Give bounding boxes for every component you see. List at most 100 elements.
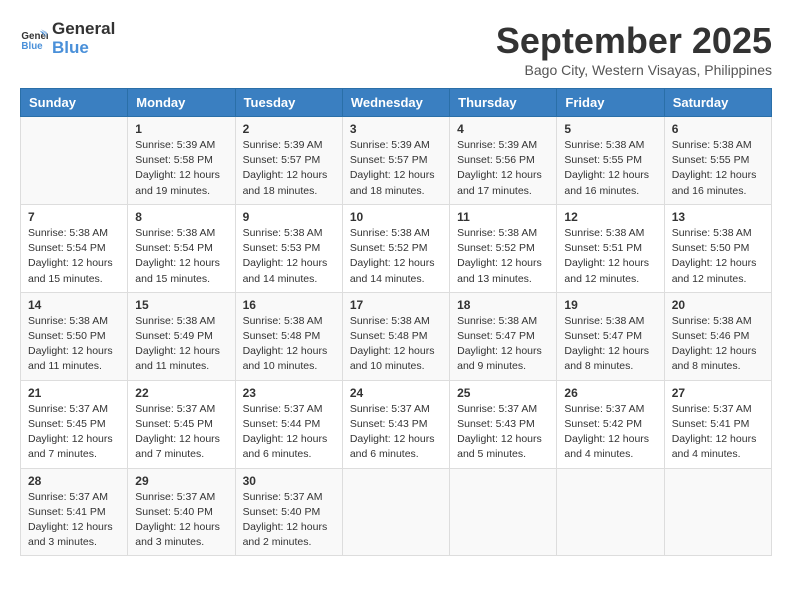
- calendar-cell: 1 Sunrise: 5:39 AM Sunset: 5:58 PM Daylig…: [128, 117, 235, 205]
- day-info: Sunrise: 5:38 AM Sunset: 5:48 PM Dayligh…: [243, 314, 335, 375]
- day-number: 28: [28, 474, 120, 488]
- calendar-cell: 29 Sunrise: 5:37 AM Sunset: 5:40 PM Dayli…: [128, 468, 235, 556]
- day-info: Sunrise: 5:38 AM Sunset: 5:53 PM Dayligh…: [243, 226, 335, 287]
- calendar-cell: 14Sunrise: 5:38 AM Sunset: 5:50 PM Dayli…: [21, 292, 128, 380]
- day-info: Sunrise: 5:37 AM Sunset: 5:43 PM Dayligh…: [457, 402, 549, 463]
- calendar-week-1: 1 Sunrise: 5:39 AM Sunset: 5:58 PM Daylig…: [21, 117, 772, 205]
- day-number: 13: [672, 210, 764, 224]
- day-number: 19: [564, 298, 656, 312]
- day-info: Sunrise: 5:37 AM Sunset: 5:40 PM Dayligh…: [243, 490, 335, 551]
- day-info: Sunrise: 5:38 AM Sunset: 5:54 PM Dayligh…: [135, 226, 227, 287]
- calendar-cell: 12 Sunrise: 5:38 AM Sunset: 5:51 PM Dayli…: [557, 204, 664, 292]
- day-info: Sunrise: 5:39 AM Sunset: 5:56 PM Dayligh…: [457, 138, 549, 199]
- day-info: Sunrise: 5:38 AM Sunset: 5:51 PM Dayligh…: [564, 226, 656, 287]
- day-info: Sunrise: 5:38 AM Sunset: 5:50 PM Dayligh…: [672, 226, 764, 287]
- day-info: Sunrise: 5:37 AM Sunset: 5:45 PM Dayligh…: [135, 402, 227, 463]
- calendar-body: 1 Sunrise: 5:39 AM Sunset: 5:58 PM Daylig…: [21, 117, 772, 556]
- calendar-cell: [342, 468, 449, 556]
- calendar-cell: 6Sunrise: 5:38 AM Sunset: 5:55 PM Daylig…: [664, 117, 771, 205]
- day-number: 12: [564, 210, 656, 224]
- calendar-header-sunday: Sunday: [21, 89, 128, 117]
- calendar-cell: 16Sunrise: 5:38 AM Sunset: 5:48 PM Dayli…: [235, 292, 342, 380]
- day-info: Sunrise: 5:38 AM Sunset: 5:52 PM Dayligh…: [350, 226, 442, 287]
- day-number: 4: [457, 122, 549, 136]
- day-number: 17: [350, 298, 442, 312]
- calendar-header-row: SundayMondayTuesdayWednesdayThursdayFrid…: [21, 89, 772, 117]
- calendar-header-thursday: Thursday: [450, 89, 557, 117]
- calendar-cell: 3 Sunrise: 5:39 AM Sunset: 5:57 PM Daylig…: [342, 117, 449, 205]
- day-number: 20: [672, 298, 764, 312]
- day-number: 26: [564, 386, 656, 400]
- calendar-cell: 25 Sunrise: 5:37 AM Sunset: 5:43 PM Dayli…: [450, 380, 557, 468]
- day-info: Sunrise: 5:38 AM Sunset: 5:46 PM Dayligh…: [672, 314, 764, 375]
- day-number: 15: [135, 298, 227, 312]
- calendar-header-monday: Monday: [128, 89, 235, 117]
- day-number: 25: [457, 386, 549, 400]
- calendar-cell: [21, 117, 128, 205]
- calendar-cell: 10 Sunrise: 5:38 AM Sunset: 5:52 PM Dayli…: [342, 204, 449, 292]
- day-number: 30: [243, 474, 335, 488]
- calendar-cell: 17 Sunrise: 5:38 AM Sunset: 5:48 PM Dayli…: [342, 292, 449, 380]
- day-number: 21: [28, 386, 120, 400]
- calendar-cell: 20 Sunrise: 5:38 AM Sunset: 5:46 PM Dayli…: [664, 292, 771, 380]
- logo: General Blue General Blue: [20, 20, 115, 57]
- day-info: Sunrise: 5:39 AM Sunset: 5:57 PM Dayligh…: [243, 138, 335, 199]
- calendar-cell: 15 Sunrise: 5:38 AM Sunset: 5:49 PM Dayli…: [128, 292, 235, 380]
- day-info: Sunrise: 5:38 AM Sunset: 5:52 PM Dayligh…: [457, 226, 549, 287]
- calendar-cell: 27Sunrise: 5:37 AM Sunset: 5:41 PM Dayli…: [664, 380, 771, 468]
- calendar-header-tuesday: Tuesday: [235, 89, 342, 117]
- day-number: 1: [135, 122, 227, 136]
- calendar-week-2: 7 Sunrise: 5:38 AM Sunset: 5:54 PM Daylig…: [21, 204, 772, 292]
- calendar-cell: 23 Sunrise: 5:37 AM Sunset: 5:44 PM Dayli…: [235, 380, 342, 468]
- calendar-cell: 4 Sunrise: 5:39 AM Sunset: 5:56 PM Daylig…: [450, 117, 557, 205]
- day-number: 23: [243, 386, 335, 400]
- day-info: Sunrise: 5:38 AM Sunset: 5:47 PM Dayligh…: [564, 314, 656, 375]
- day-number: 29: [135, 474, 227, 488]
- calendar-cell: 26 Sunrise: 5:37 AM Sunset: 5:42 PM Dayli…: [557, 380, 664, 468]
- day-number: 22: [135, 386, 227, 400]
- day-info: Sunrise: 5:37 AM Sunset: 5:45 PM Dayligh…: [28, 402, 120, 463]
- svg-text:Blue: Blue: [21, 40, 43, 51]
- calendar-week-4: 21 Sunrise: 5:37 AM Sunset: 5:45 PM Dayli…: [21, 380, 772, 468]
- day-info: Sunrise: 5:38 AM Sunset: 5:49 PM Dayligh…: [135, 314, 227, 375]
- day-info: Sunrise: 5:37 AM Sunset: 5:41 PM Dayligh…: [672, 402, 764, 463]
- day-info: Sunrise: 5:37 AM Sunset: 5:44 PM Dayligh…: [243, 402, 335, 463]
- day-number: 5: [564, 122, 656, 136]
- day-number: 7: [28, 210, 120, 224]
- day-number: 11: [457, 210, 549, 224]
- calendar-cell: 7Sunrise: 5:38 AM Sunset: 5:54 PM Daylig…: [21, 204, 128, 292]
- day-number: 10: [350, 210, 442, 224]
- calendar-header-saturday: Saturday: [664, 89, 771, 117]
- day-info: Sunrise: 5:37 AM Sunset: 5:40 PM Dayligh…: [135, 490, 227, 551]
- calendar-cell: 2 Sunrise: 5:39 AM Sunset: 5:57 PM Daylig…: [235, 117, 342, 205]
- logo-general: General: [52, 20, 115, 39]
- day-number: 2: [243, 122, 335, 136]
- day-info: Sunrise: 5:37 AM Sunset: 5:41 PM Dayligh…: [28, 490, 120, 551]
- title-section: September 2025 Bago City, Western Visaya…: [496, 20, 772, 78]
- day-number: 6: [672, 122, 764, 136]
- calendar-cell: 22 Sunrise: 5:37 AM Sunset: 5:45 PM Dayli…: [128, 380, 235, 468]
- logo-blue: Blue: [52, 39, 115, 58]
- calendar-table: SundayMondayTuesdayWednesdayThursdayFrid…: [20, 88, 772, 556]
- day-number: 14: [28, 298, 120, 312]
- day-info: Sunrise: 5:39 AM Sunset: 5:58 PM Dayligh…: [135, 138, 227, 199]
- day-number: 3: [350, 122, 442, 136]
- month-title: September 2025: [496, 20, 772, 62]
- calendar-cell: 24Sunrise: 5:37 AM Sunset: 5:43 PM Dayli…: [342, 380, 449, 468]
- day-info: Sunrise: 5:39 AM Sunset: 5:57 PM Dayligh…: [350, 138, 442, 199]
- calendar-week-5: 28 Sunrise: 5:37 AM Sunset: 5:41 PM Dayli…: [21, 468, 772, 556]
- day-number: 9: [243, 210, 335, 224]
- location-title: Bago City, Western Visayas, Philippines: [496, 62, 772, 78]
- calendar-cell: 8Sunrise: 5:38 AM Sunset: 5:54 PM Daylig…: [128, 204, 235, 292]
- day-info: Sunrise: 5:38 AM Sunset: 5:55 PM Dayligh…: [564, 138, 656, 199]
- day-info: Sunrise: 5:37 AM Sunset: 5:42 PM Dayligh…: [564, 402, 656, 463]
- calendar-cell: 9 Sunrise: 5:38 AM Sunset: 5:53 PM Daylig…: [235, 204, 342, 292]
- day-info: Sunrise: 5:38 AM Sunset: 5:48 PM Dayligh…: [350, 314, 442, 375]
- day-number: 18: [457, 298, 549, 312]
- calendar-cell: 30 Sunrise: 5:37 AM Sunset: 5:40 PM Dayli…: [235, 468, 342, 556]
- day-info: Sunrise: 5:38 AM Sunset: 5:47 PM Dayligh…: [457, 314, 549, 375]
- calendar-cell: 28 Sunrise: 5:37 AM Sunset: 5:41 PM Dayli…: [21, 468, 128, 556]
- calendar-cell: 13 Sunrise: 5:38 AM Sunset: 5:50 PM Dayli…: [664, 204, 771, 292]
- calendar-cell: 18 Sunrise: 5:38 AM Sunset: 5:47 PM Dayli…: [450, 292, 557, 380]
- calendar-cell: 5 Sunrise: 5:38 AM Sunset: 5:55 PM Daylig…: [557, 117, 664, 205]
